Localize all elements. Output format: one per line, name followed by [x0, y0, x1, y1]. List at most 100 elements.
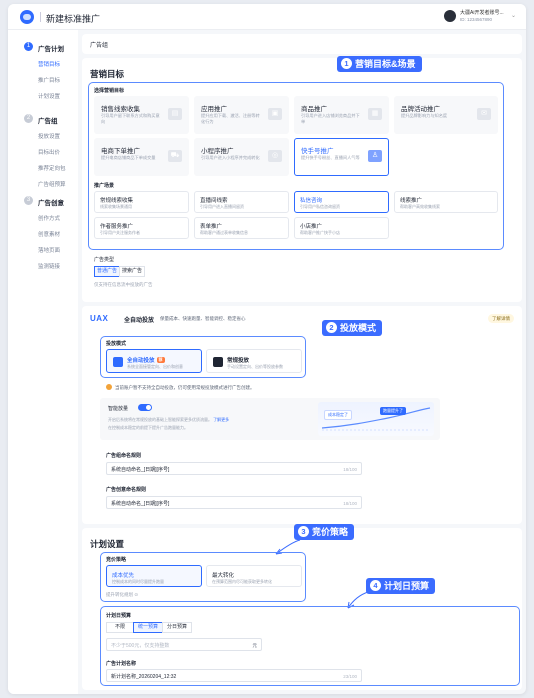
ad-type-label: 广告类型	[94, 257, 115, 263]
uax-card: UAX 全自动投放 保量成本、快速跑量、智能调控、稳定省心 了解详情 2 投放模式…	[82, 306, 522, 524]
sidebar-item-materials[interactable]: 创意素材	[38, 230, 60, 238]
creative-name-input[interactable]: 系统自动命名_[日期][序号] 18/100	[106, 496, 362, 509]
avatar	[444, 10, 456, 22]
scene-option[interactable]: 私信咨询 引导用户私信咨询留资	[294, 191, 389, 213]
warning-icon	[106, 384, 112, 390]
sidebar-item-delivery[interactable]: 投放设置	[38, 132, 60, 140]
sidebar-item-targeting[interactable]: 推荐定向包	[38, 164, 66, 172]
goal-tile-miniprogram[interactable]: 小程序推广 引导用户进入小程序并完成转化 ◎	[194, 138, 289, 176]
plan-settings-card: 计划设置 3 竞价策略 竞价策略 成本优先 控制成本的同时尽量提升跑量 最大转化 …	[82, 524, 522, 690]
adgroup-name-input[interactable]: 系统自动命名_[日期][序号] 18/100	[106, 462, 362, 475]
goal-tile-product[interactable]: 商品推广 引导用户进入店铺浏览商品并下单 ▦	[294, 96, 389, 134]
sidebar-item-promotion-goal[interactable]: 推广目标	[38, 76, 60, 84]
scene-option[interactable]: 表单推广 帮助客户通过表单收集信息	[194, 217, 289, 239]
product-icon: ▦	[368, 108, 382, 120]
app-icon: ▣	[268, 108, 282, 120]
sidebar-item-budget[interactable]: 广告组预算	[38, 180, 66, 188]
bid-label: 竞价策略	[106, 557, 127, 563]
char-count: 23/100	[343, 673, 357, 679]
ad-type-normal[interactable]: 普通广告	[94, 266, 120, 277]
scene-label: 推广场景	[94, 183, 115, 189]
top-bar: 新建标准推广 大疆Ai开发者账号... ID: 1234567890 ⌄	[8, 4, 526, 30]
bid-hint: 提升转化规划 ⊙	[106, 592, 139, 597]
title-divider	[40, 12, 41, 22]
chevron-down-icon: ⌄	[510, 13, 516, 19]
budget-daily[interactable]: 分日预算	[162, 622, 192, 633]
goal-tile-kuaishou-account[interactable]: 快手号推广 提升快手号粉丝、直播间人气等 ♙	[294, 138, 389, 176]
scene-option[interactable]: 常规线索收集 线索收集场景通用	[94, 191, 189, 213]
user-menu[interactable]: 大疆Ai开发者账号... ID: 1234567890 ⌄	[444, 9, 516, 25]
budget-unlimited[interactable]: 不限	[106, 622, 134, 633]
sidebar-item-creation-mode[interactable]: 创作方式	[38, 214, 60, 222]
step-badge: 1	[24, 42, 33, 51]
budget-input[interactable]: 不少于500元，仅支持整数 元	[106, 638, 262, 651]
scene-option[interactable]: 直播间线索 引导用户进入直播间留资	[194, 191, 289, 213]
bid-cost-first[interactable]: 成本优先 控制成本的同时尽量提升跑量	[106, 565, 202, 587]
mode-label: 投放模式	[106, 341, 127, 347]
goal-tile-ecommerce[interactable]: 电商下单推广 提升电商店铺商品下单成交量 ⛟	[94, 138, 189, 176]
sidebar-group-label[interactable]: 广告组	[38, 115, 58, 125]
sidebar-item-marketing-goal[interactable]: 营销目标	[38, 60, 60, 68]
callout-bid-strategy: 3 竞价策略	[294, 524, 355, 540]
smart-scale-toggle[interactable]	[138, 404, 152, 411]
sidebar-group-label[interactable]: 广告计划	[38, 43, 64, 53]
plan-name-input[interactable]: 新计划名称_20260204_12:32 23/100	[106, 669, 362, 682]
callout-goal-scene: 1 营销目标&场景	[337, 56, 422, 72]
char-count: 18/100	[343, 466, 357, 472]
auto-delivery-icon	[113, 357, 123, 367]
uax-title: 全自动投放	[124, 318, 155, 324]
ad-type-hint: 仅支持在信息流中投放的广告	[94, 282, 153, 287]
char-count: 18/100	[343, 500, 357, 506]
scene-option[interactable]: 作者服务推广 引导用户关注服务作者	[94, 217, 189, 239]
graph-bubble-stable: 成本稳定了	[324, 410, 352, 420]
plan-name-label: 广告计划名称	[106, 661, 137, 667]
smart-scale-desc: 开启后系统将在常规投放的基础上智能探索更多优质流量。 了解更多	[108, 417, 230, 422]
sidebar: 1 广告计划 营销目标 推广目标 计划设置 2 广告组 投放设置 目标出价 推荐…	[8, 30, 78, 694]
smart-scale-link[interactable]: 了解更多	[213, 417, 229, 422]
cart-icon: ⛟	[168, 150, 182, 162]
marketing-goal-card: 营销目标 1 营销目标&场景 选择营销目标 销售线索收集 引导用户留下联系方式和购…	[82, 56, 522, 302]
scene-option[interactable]: 线索推广 帮助客户高效收集线索	[394, 191, 498, 213]
smart-scale-illustration: 成本稳定了 跑量提升了	[318, 402, 434, 436]
mode-auto[interactable]: 全自动投放荐 系统全面接管定向、出价和创意	[106, 349, 202, 373]
learn-more-link[interactable]: 了解详情	[488, 314, 514, 323]
form-icon: ▤	[168, 108, 182, 120]
sidebar-item-tracking[interactable]: 监测链接	[38, 262, 60, 270]
app-window: 新建标准推广 大疆Ai开发者账号... ID: 1234567890 ⌄ 1 广…	[8, 4, 526, 694]
mode-warning: 当前账户暂不支持全自动投放，仍可使用常规投放模式进行广告创建。	[106, 384, 255, 391]
goal-tile-app[interactable]: 应用推广 提升应用下载、激活、注册等转化行为 ▣	[194, 96, 289, 134]
recommend-badge: 荐	[156, 357, 165, 363]
callout-daily-budget: 4 计划日预算	[366, 578, 436, 594]
budget-unit: 元	[252, 642, 258, 648]
app-logo-icon	[20, 10, 34, 24]
sidebar-item-bid[interactable]: 目标出价	[38, 148, 60, 156]
callout-delivery-mode: 2 投放模式	[322, 320, 383, 336]
ad-type-search[interactable]: 搜索广告	[119, 266, 145, 277]
envelope-icon: ✉	[477, 108, 491, 120]
smart-scale-desc-2: 在控制成本稳定的前提下提升广告跑量能力。	[108, 425, 188, 430]
sidebar-item-landing[interactable]: 落地页面	[38, 246, 60, 254]
creative-name-label: 广告创意命名规则	[106, 487, 147, 493]
uax-tags: 保量成本、快速跑量、智能调控、稳定省心	[160, 316, 246, 321]
budget-unified[interactable]: 统一预算	[133, 622, 163, 633]
bid-max-conversion[interactable]: 最大转化 在预算范围内尽可能获取更多转化	[206, 565, 302, 587]
scene-option[interactable]: 小店推广 帮助客户推广快手小店	[294, 217, 389, 239]
smart-scale-panel: 智能放量 开启后系统将在常规投放的基础上智能探索更多优质流量。 了解更多 在控制…	[100, 398, 440, 440]
section-title: 营销目标	[90, 69, 125, 79]
mode-manual[interactable]: 常规投放 手动设置定向、出价等投放参数	[206, 349, 302, 373]
budget-label: 计划日预算	[106, 613, 132, 619]
sidebar-item-plan-settings[interactable]: 计划设置	[38, 92, 60, 100]
manual-delivery-icon	[213, 357, 223, 367]
goal-tile-leads[interactable]: 销售线索收集 引导用户留下联系方式和购买意向 ▤	[94, 96, 189, 134]
goal-select-label: 选择营销目标	[94, 88, 125, 94]
user-icon: ♙	[368, 150, 382, 162]
page-title: 新建标准推广	[46, 14, 101, 24]
uax-logo: UAX	[90, 314, 109, 323]
smart-scale-label: 智能放量	[108, 406, 129, 412]
user-name: 大疆Ai开发者账号...	[460, 10, 504, 16]
goal-tile-brand[interactable]: 品牌活动推广 提升品牌影响力与知名度 ✉	[394, 96, 498, 134]
miniprogram-icon: ◎	[268, 150, 282, 162]
sidebar-group-label[interactable]: 广告创意	[38, 197, 64, 207]
user-id: ID: 1234567890	[460, 17, 493, 22]
step-badge: 3	[24, 196, 33, 205]
